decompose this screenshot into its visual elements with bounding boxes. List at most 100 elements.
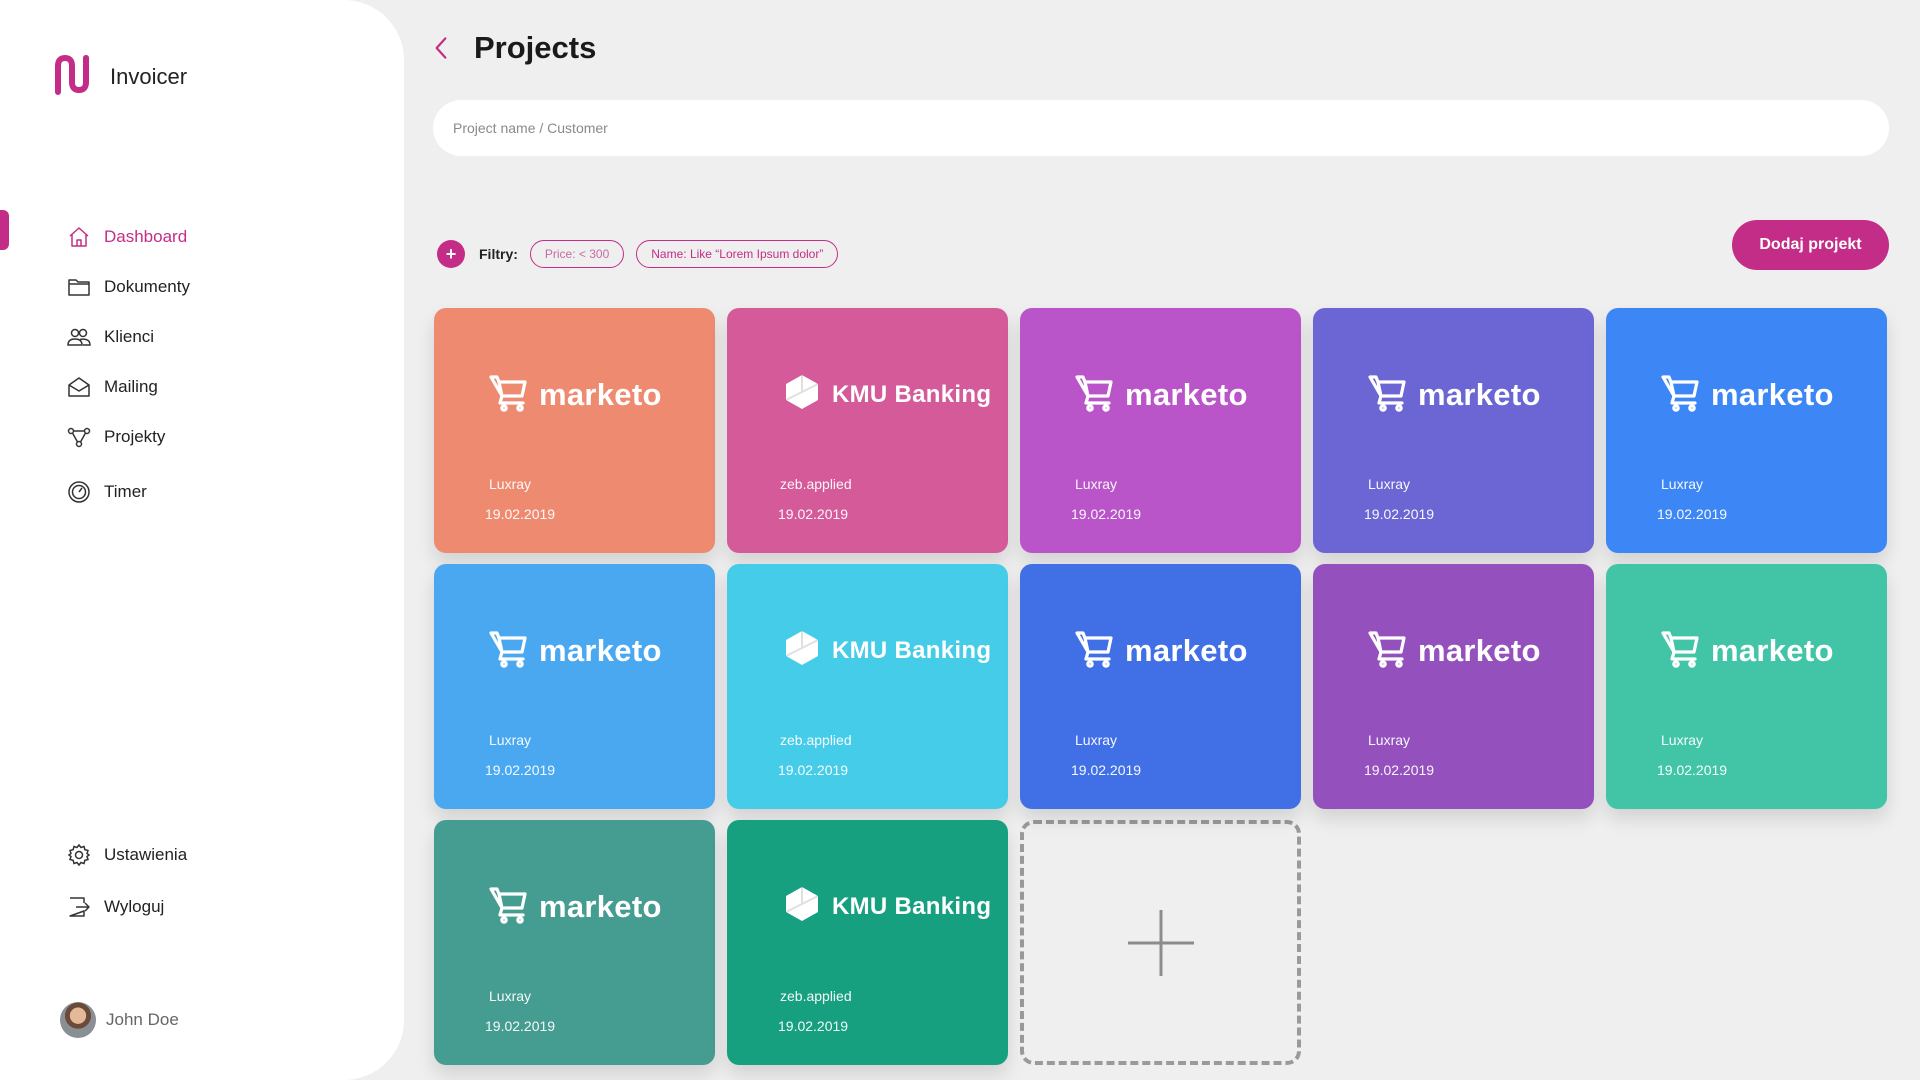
active-nav-marker [0,210,9,250]
bottom-nav: Ustawienia Wyloguj [66,829,187,933]
main-nav: Dashboard Dokumenty Klienci Mailing Proj… [66,212,190,517]
brand-logo-icon [52,52,94,101]
cart-icon [489,372,529,417]
project-logo: marketo [1368,372,1541,417]
sidebar-item-label: Dashboard [104,227,188,246]
project-brand: KMU Banking [832,636,992,664]
chevron-left-icon [435,37,447,59]
project-client: zeb.applied [780,476,852,492]
app-name: Invoicer [110,63,188,89]
project-date: 19.02.2019 [778,1018,849,1034]
cart-icon [1075,372,1115,417]
project-card[interactable]: marketo Luxray 19.02.2019 [1020,564,1301,809]
project-client: Luxray [489,476,532,492]
mail-icon [66,374,92,400]
project-card[interactable]: marketo Luxray 19.02.2019 [1020,308,1301,553]
project-logo: KMU Banking [782,884,991,929]
project-date: 19.02.2019 [1364,762,1435,778]
project-brand: marketo [539,888,662,924]
add-project-button[interactable]: Dodaj projekt [1732,220,1889,270]
project-card[interactable]: KMU Banking zeb.applied 19.02.2019 [727,820,1008,1065]
project-date: 19.02.2019 [1364,506,1435,522]
sidebar-item-klienci[interactable]: Klienci [66,312,190,362]
project-date: 19.02.2019 [1657,506,1728,522]
project-client: zeb.applied [780,988,852,1004]
project-date: 19.02.2019 [485,762,556,778]
project-brand: marketo [1125,632,1248,668]
project-card[interactable]: marketo Luxray 19.02.2019 [1606,308,1887,553]
project-brand: marketo [539,632,662,668]
project-client: zeb.applied [780,732,852,748]
project-card[interactable]: KMU Banking zeb.applied 19.02.2019 [727,564,1008,809]
timer-icon [66,479,92,505]
cart-icon [1075,628,1115,673]
sidebar-item-dashboard[interactable]: Dashboard [66,212,190,262]
filter-chip-name[interactable]: Name: Like “Lorem Ipsum dolor” [636,240,839,268]
kmu-logo-icon [782,372,822,417]
brand[interactable]: Invoicer [52,52,187,101]
filter-chip-price[interactable]: Price: < 300 [529,240,625,268]
project-card[interactable]: marketo Luxray 19.02.2019 [1606,564,1887,809]
project-brand: marketo [1711,376,1834,412]
project-logo: marketo [489,884,662,929]
project-card[interactable]: marketo Luxray 19.02.2019 [1313,308,1594,553]
project-client: Luxray [1075,732,1118,748]
project-client: Luxray [1368,476,1411,492]
cart-icon [489,884,529,929]
kmu-logo-icon [782,628,822,673]
add-project-card[interactable] [1020,820,1301,1065]
user-profile[interactable]: John Doe [60,1002,179,1038]
project-date: 19.02.2019 [485,1018,556,1034]
project-brand: marketo [1711,632,1834,668]
project-logo: KMU Banking [782,372,991,417]
project-brand: KMU Banking [832,380,992,408]
project-card[interactable]: marketo Luxray 19.02.2019 [434,820,715,1065]
user-name: John Doe [106,1010,179,1029]
kmu-logo-icon [782,884,822,929]
project-logo: marketo [1368,628,1541,673]
project-logo: marketo [1661,372,1834,417]
plus-icon [1127,909,1194,976]
gear-icon [66,842,92,868]
project-client: Luxray [1661,476,1704,492]
sidebar-item-ustawienia[interactable]: Ustawienia [66,829,187,881]
sidebar-item-label: Wyloguj [104,897,165,916]
back-button[interactable] [430,33,452,63]
sidebar-item-wyloguj[interactable]: Wyloguj [66,881,187,933]
project-card[interactable]: marketo Luxray 19.02.2019 [434,308,715,553]
project-client: Luxray [1661,732,1704,748]
project-logo: marketo [1075,628,1248,673]
project-client: Luxray [1368,732,1411,748]
page-title: Projects [474,30,597,65]
sidebar-item-projekty[interactable]: Projekty [66,412,190,462]
project-date: 19.02.2019 [485,506,556,522]
cart-icon [1661,372,1701,417]
add-filter-button[interactable]: + [437,240,465,268]
sidebar-item-label: Klienci [104,327,155,346]
cart-icon [1368,628,1408,673]
filters-bar: + Filtry: Price: < 300 Name: Like “Lorem… [437,240,839,268]
project-logo: marketo [489,372,662,417]
project-date: 19.02.2019 [778,762,849,778]
project-date: 19.02.2019 [1657,762,1728,778]
project-logo: KMU Banking [782,628,991,673]
project-card[interactable]: KMU Banking zeb.applied 19.02.2019 [727,308,1008,553]
home-icon [66,224,92,250]
cart-icon [1368,372,1408,417]
project-brand: marketo [1418,376,1541,412]
sidebar-item-label: Ustawienia [104,845,188,864]
project-brand: marketo [1125,376,1248,412]
project-brand: marketo [539,376,662,412]
project-client: Luxray [489,732,532,748]
project-card[interactable]: marketo Luxray 19.02.2019 [1313,564,1594,809]
sidebar: Invoicer Dashboard Dokumenty Klienci Mai… [0,0,404,1080]
sidebar-item-mailing[interactable]: Mailing [66,362,190,412]
project-brand: marketo [1418,632,1541,668]
search-input[interactable] [433,100,1889,156]
cart-icon [1661,628,1701,673]
project-card[interactable]: marketo Luxray 19.02.2019 [434,564,715,809]
logout-icon [66,894,92,920]
sidebar-item-dokumenty[interactable]: Dokumenty [66,262,190,312]
page-header: Projects [430,30,596,66]
sidebar-item-timer[interactable]: Timer [66,467,190,517]
